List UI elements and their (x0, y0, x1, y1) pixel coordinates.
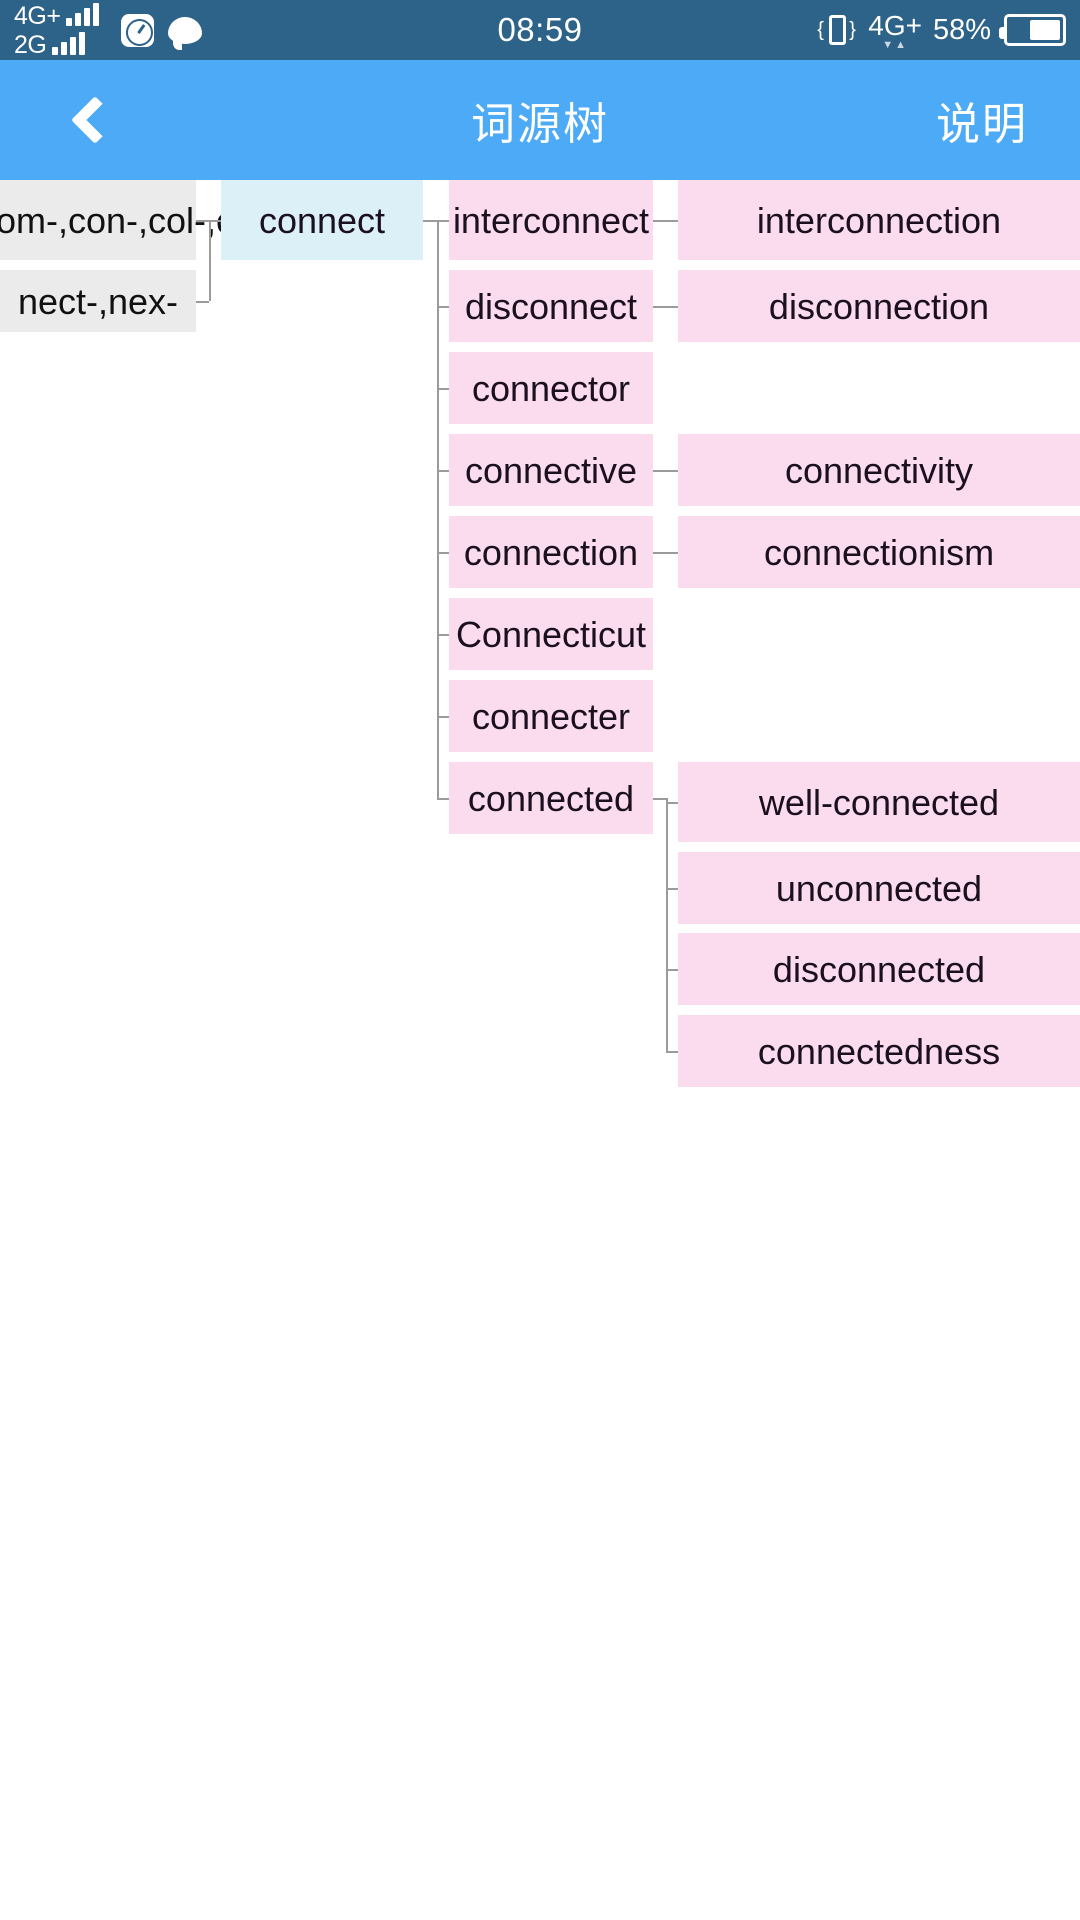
tree-connector-stem-out (423, 220, 437, 222)
tree-connector-derivative-out (653, 220, 666, 222)
tree-node-derivative[interactable]: interconnect (449, 180, 653, 260)
tree-node-derivative[interactable]: disconnection (678, 270, 1080, 342)
network-type-label: 4G+ (868, 9, 922, 41)
tree-node-root[interactable]: co-,com-,con-,col-,cor- (0, 180, 278, 260)
tree-node-derivative[interactable]: connectivity (678, 434, 1080, 506)
tree-node-derivative[interactable]: connectedness (678, 1015, 1080, 1087)
tree-connector-derivative-out (653, 470, 666, 472)
help-button[interactable]: 说明 (936, 60, 1028, 180)
tree-node-derivative[interactable]: connectionism (678, 516, 1080, 588)
tree-connector-leaf-stub (666, 969, 678, 971)
tree-node-derivative[interactable]: connective (449, 434, 653, 506)
tree-connector-leaf-stub (666, 220, 678, 222)
status-bar: 4G+ 2G 08:59 {} 4G+ ▼▲ 58% (0, 0, 1080, 60)
tree-node-derivative[interactable]: interconnection (678, 180, 1080, 260)
tree-connector-derivative-stub (437, 306, 449, 308)
tree-connector-leaf-stub (666, 888, 678, 890)
tree-node-derivative[interactable]: connector (449, 352, 653, 424)
tree-connector-derivative-stub (437, 634, 449, 636)
tree-connector-derivative-stub (437, 470, 449, 472)
status-bar-right: {} 4G+ ▼▲ 58% (817, 0, 1066, 60)
tree-connector-leaf-stub (666, 802, 678, 804)
data-transfer-arrows-icon: ▼▲ (882, 38, 908, 51)
page-title: 词源树 (471, 100, 609, 149)
tree-connector-derivative-out (653, 798, 666, 800)
tree-connector-leaf-stub (666, 1051, 678, 1053)
network-type-indicator: 4G+ ▼▲ (868, 9, 922, 51)
tree-connector-derivative-stub (437, 388, 449, 390)
tree-node-derivative[interactable]: connected (449, 762, 653, 834)
tree-connector-leaf-stub (666, 552, 678, 554)
tree-connector-leaf-stub (666, 470, 678, 472)
tree-connector-derivative-out (653, 306, 666, 308)
tree-connector-derivative-stub (437, 798, 449, 800)
tree-connector-root-stub (196, 301, 209, 303)
battery-percent-label: 58% (932, 13, 991, 46)
tree-connector-root-bus (209, 220, 211, 301)
tree-node-derivative[interactable]: connection (449, 516, 653, 588)
tree-connector-derivative-stub (437, 552, 449, 554)
tree-node-root[interactable]: nect-,nex- (0, 270, 196, 332)
tree-node-derivative[interactable]: connecter (449, 680, 653, 752)
app-title-bar: 词源树 说明 (0, 60, 1080, 180)
tree-connector-derivative-bus (666, 798, 668, 1051)
vibrate-icon: {} (817, 12, 857, 48)
tree-connector-leaf-stub (666, 306, 678, 308)
battery-icon (999, 14, 1066, 46)
tree-connector-root-stub (196, 220, 209, 222)
tree-node-stem[interactable]: connect (221, 180, 423, 260)
tree-node-derivative[interactable]: unconnected (678, 852, 1080, 924)
tree-connector-stem-stub (209, 220, 221, 222)
tree-connector-derivative-stub (437, 716, 449, 718)
tree-node-derivative[interactable]: well-connected (678, 762, 1080, 842)
tree-connector-derivative-out (653, 552, 666, 554)
tree-node-derivative[interactable]: Connecticut (449, 598, 653, 670)
tree-connector-derivative-stub (437, 220, 449, 222)
tree-node-derivative[interactable]: disconnected (678, 933, 1080, 1005)
etymology-tree: co-,com-,con-,col-,cor-nect-,nex-connect… (0, 180, 1080, 1920)
tree-node-derivative[interactable]: disconnect (449, 270, 653, 342)
